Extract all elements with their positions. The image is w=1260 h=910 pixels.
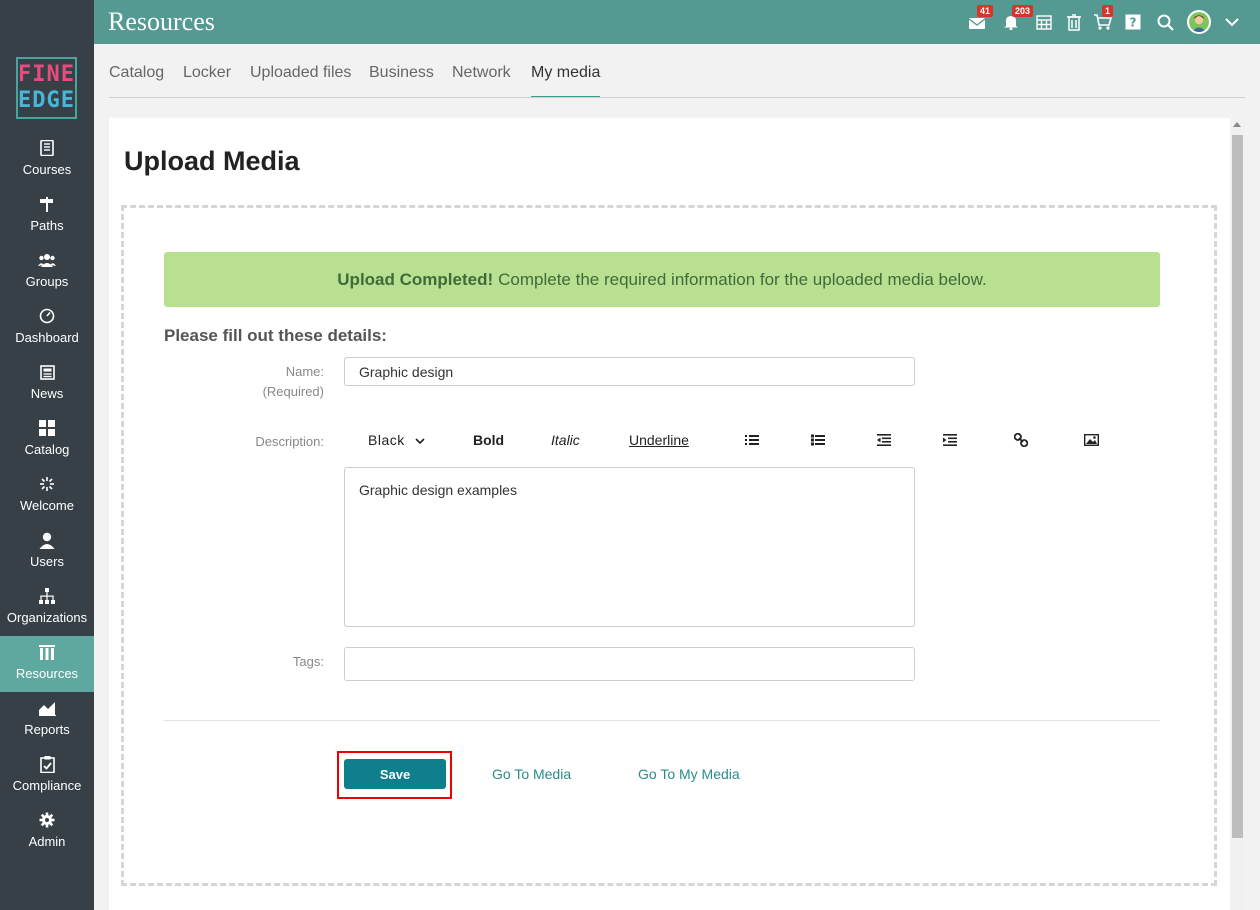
notifications-badge: 203 (1012, 5, 1034, 17)
bell-icon[interactable]: 203 (1000, 5, 1034, 33)
tab-catalog[interactable]: Catalog (109, 64, 164, 98)
sidebar-item-courses[interactable]: Courses (0, 132, 94, 188)
tab-network[interactable]: Network (452, 64, 511, 98)
sidebar-item-label: Admin (28, 834, 66, 849)
trash-icon[interactable] (1063, 11, 1085, 33)
clipboard-check-icon (38, 755, 56, 773)
numbered-list-icon[interactable] (811, 433, 825, 447)
go-to-media-link[interactable]: Go To Media (492, 766, 571, 782)
page-header-title: Resources (108, 7, 215, 36)
sidebar-item-resources[interactable]: Resources (0, 636, 94, 692)
description-label: Description: (255, 434, 324, 449)
sidebar-item-label: Catalog (24, 442, 70, 457)
sidebar-item-compliance[interactable]: Compliance (0, 748, 94, 804)
sidebar-item-label: Organizations (6, 610, 88, 625)
sidebar-item-welcome[interactable]: Welcome (0, 468, 94, 524)
gear-icon (38, 811, 56, 829)
library-icon (38, 643, 56, 661)
logo-area: FINE EDGE (0, 0, 94, 132)
sidebar-item-catalog[interactable]: Catalog (0, 412, 94, 468)
tab-uploaded-files[interactable]: Uploaded files (250, 64, 351, 98)
underline-button[interactable]: Underline (629, 432, 689, 448)
success-alert: Upload Completed! Complete the required … (164, 252, 1160, 307)
sidebar-item-label: Reports (24, 722, 70, 737)
org-chart-icon (38, 587, 56, 605)
italic-button[interactable]: Italic (551, 432, 580, 448)
avatar[interactable] (1187, 10, 1211, 34)
sidebar-item-label: News (30, 386, 64, 401)
people-icon (38, 251, 56, 269)
sidebar-item-users[interactable]: Users (0, 524, 94, 580)
image-icon[interactable] (1083, 433, 1100, 447)
logo-line-2: EDGE (18, 88, 75, 113)
alert-text: Complete the required information for th… (498, 269, 987, 289)
chevron-down-icon[interactable] (1221, 11, 1243, 33)
newspaper-icon (38, 363, 56, 381)
gauge-icon (38, 307, 56, 325)
messages-badge: 41 (977, 5, 994, 17)
calendar-icon[interactable] (1033, 11, 1055, 33)
page-title: Upload Media (124, 146, 300, 176)
sidebar-item-news[interactable]: News (0, 356, 94, 412)
sidebar-item-label: Welcome (20, 498, 74, 513)
sidebar: FINE EDGE Courses Paths Groups Dashboard… (0, 0, 94, 910)
name-input[interactable] (344, 357, 915, 386)
font-color-value: Black (368, 432, 405, 448)
sidebar-item-label: Groups (25, 274, 69, 289)
sidebar-item-groups[interactable]: Groups (0, 244, 94, 300)
user-icon (38, 531, 56, 549)
sidebar-item-label: Users (30, 554, 64, 569)
help-icon[interactable]: ? (1122, 11, 1144, 33)
description-textarea[interactable]: Graphic design examples (344, 467, 915, 627)
tab-my-media[interactable]: My media (531, 64, 601, 98)
sidebar-item-paths[interactable]: Paths (0, 188, 94, 244)
tab-bar: Catalog Locker Uploaded files Business N… (94, 44, 1260, 98)
go-to-my-media-link[interactable]: Go To My Media (638, 766, 740, 782)
scroll-up-arrow-icon[interactable] (1233, 122, 1241, 127)
cart-badge: 1 (1102, 5, 1114, 17)
book-icon (38, 139, 56, 157)
sidebar-item-label: Resources (15, 666, 79, 681)
sidebar-item-organizations[interactable]: Organizations (0, 580, 94, 636)
sparkle-icon (38, 475, 56, 493)
sidebar-item-label: Paths (30, 218, 64, 233)
indent-icon[interactable] (943, 433, 957, 447)
save-button[interactable]: Save (344, 759, 446, 789)
name-label: Name: (285, 364, 324, 379)
scrollbar-thumb[interactable] (1232, 135, 1243, 838)
bold-button[interactable]: Bold (473, 432, 504, 448)
sidebar-item-label: Courses (22, 162, 72, 177)
sidebar-item-reports[interactable]: Reports (0, 692, 94, 748)
logo[interactable]: FINE EDGE (16, 57, 77, 119)
sidebar-item-label: Dashboard (15, 330, 79, 345)
signpost-icon (38, 195, 56, 213)
link-icon[interactable] (1013, 432, 1029, 448)
tab-locker[interactable]: Locker (183, 64, 231, 98)
sidebar-item-dashboard[interactable]: Dashboard (0, 300, 94, 356)
sidebar-item-admin[interactable]: Admin (0, 804, 94, 860)
tabs-divider (109, 97, 1245, 98)
top-bar: Resources 41 203 1 ? (94, 0, 1260, 44)
chevron-down-icon (415, 432, 425, 448)
tags-label: Tags: (292, 654, 324, 669)
cart-icon[interactable]: 1 (1092, 5, 1114, 33)
tab-business[interactable]: Business (369, 64, 434, 98)
form-heading: Please fill out these details: (164, 326, 387, 345)
name-required-label: (Required) (262, 384, 324, 399)
logo-line-1: FINE (18, 62, 75, 87)
search-icon[interactable] (1154, 11, 1176, 33)
envelope-icon[interactable]: 41 (966, 5, 994, 33)
scrollbar[interactable] (1230, 118, 1244, 910)
chart-icon (38, 699, 56, 717)
svg-text:?: ? (1130, 16, 1137, 30)
sidebar-item-label: Compliance (12, 778, 82, 793)
alert-strong: Upload Completed! (337, 269, 494, 289)
bullet-list-icon[interactable] (745, 433, 759, 447)
main-panel: Upload Media Upload Completed! Complete … (109, 118, 1230, 910)
outdent-icon[interactable] (877, 433, 891, 447)
form-divider (164, 720, 1160, 721)
font-color-select[interactable]: Black (368, 432, 425, 448)
tags-input[interactable] (344, 647, 915, 681)
grid-icon (38, 419, 56, 437)
